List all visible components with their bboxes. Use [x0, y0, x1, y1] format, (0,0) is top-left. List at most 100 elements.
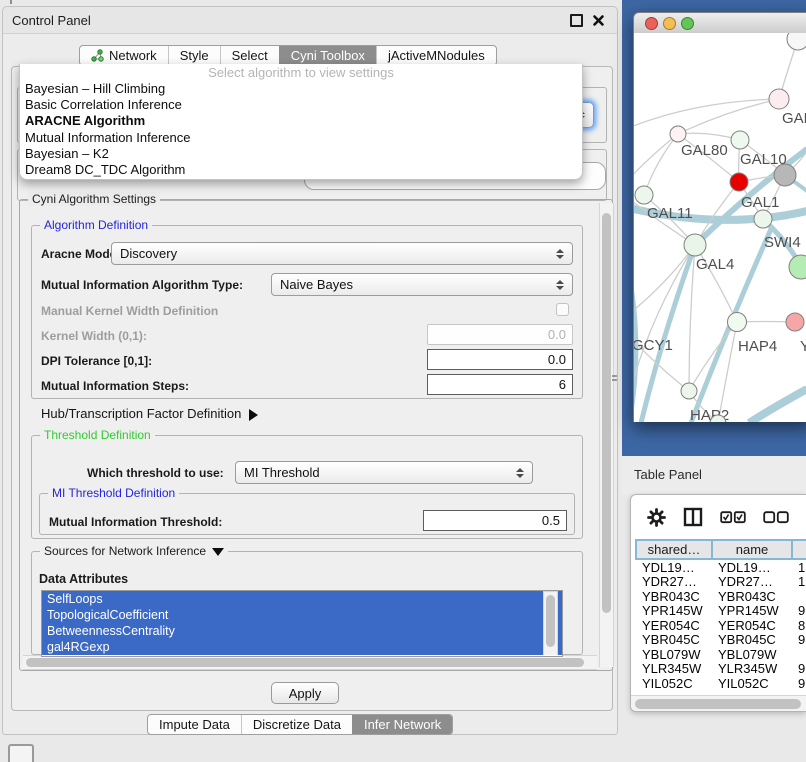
- algorithm-option[interactable]: Bayesian – Hill Climbing: [20, 81, 582, 97]
- network-node-hap2[interactable]: [681, 383, 697, 399]
- column-header[interactable]: [791, 541, 806, 558]
- network-node-label: GAL11: [647, 205, 693, 222]
- network-node[interactable]: [774, 164, 796, 186]
- apply-button[interactable]: Apply: [271, 682, 339, 704]
- network-edge[interactable]: [678, 99, 779, 134]
- splitter-grip[interactable]: [612, 375, 618, 384]
- algorithm-option-list: Bayesian – Hill ClimbingBasic Correlatio…: [20, 81, 582, 178]
- attribute-item[interactable]: TopologicalCoefficient: [42, 607, 562, 623]
- table-row[interactable]: YDL19…YDL19…13: [635, 560, 806, 575]
- table-horizontal-scrollbar-thumb[interactable]: [635, 699, 801, 709]
- network-node-swi4[interactable]: [754, 210, 772, 228]
- table-horizontal-scrollbar[interactable]: [631, 695, 806, 712]
- sources-title: Sources for Network Inference: [44, 544, 206, 558]
- table-row[interactable]: YDR27…YDR27…12: [635, 575, 806, 590]
- network-edge[interactable]: [634, 245, 695, 323]
- close-panel-button[interactable]: [592, 14, 605, 27]
- network-node-gal4[interactable]: [684, 234, 706, 256]
- network-node-gal1[interactable]: [730, 173, 748, 191]
- tab-discretize-data[interactable]: Discretize Data: [241, 715, 352, 734]
- network-node-hap4[interactable]: [728, 313, 747, 332]
- application-root: Control Panel NetworkStyleSelectCyni Too…: [0, 0, 806, 762]
- table-row[interactable]: YER054CYER054C8.: [635, 618, 806, 633]
- table-cell: YBR043C: [635, 589, 711, 604]
- network-window-titlebar[interactable]: [634, 13, 806, 34]
- which-threshold-combo[interactable]: MI Threshold: [235, 461, 533, 484]
- tab-infer-network[interactable]: Infer Network: [352, 715, 452, 734]
- mi-threshold-label: Mutual Information Threshold:: [49, 515, 222, 529]
- table-row[interactable]: YBR043CYBR043C: [635, 589, 806, 604]
- network-node-label: SWI4: [764, 234, 801, 251]
- mi-steps-input[interactable]: 6: [427, 374, 573, 395]
- mi-threshold-input[interactable]: 0.5: [423, 510, 567, 531]
- tab-cyni-toolbox[interactable]: Cyni Toolbox: [279, 46, 376, 65]
- network-node-gal10[interactable]: [731, 131, 749, 149]
- zoom-traffic-light[interactable]: [681, 17, 694, 30]
- algorithm-option[interactable]: Basic Correlation Inference: [20, 97, 582, 113]
- dpi-tolerance-input[interactable]: 0.0: [427, 349, 573, 370]
- attribute-item[interactable]: gal4RGexp: [42, 639, 562, 655]
- manual-kernel-width-checkbox[interactable]: [556, 303, 569, 316]
- table-cell: YDR27…: [635, 574, 711, 589]
- attributes-scrollbar[interactable]: [543, 591, 558, 655]
- table-row[interactable]: YBL079WYBL079W: [635, 647, 806, 662]
- attribute-item[interactable]: BetweennessCentrality: [42, 623, 562, 639]
- table-cell: 9.: [791, 632, 806, 647]
- tab-select[interactable]: Select: [220, 46, 279, 65]
- cyni-settings-title: Cyni Algorithm Settings: [28, 192, 160, 206]
- network-node[interactable]: [787, 33, 806, 50]
- settings-horizontal-scrollbar-thumb[interactable]: [26, 658, 584, 667]
- network-edge[interactable]: [749, 389, 806, 422]
- table-row[interactable]: YLR345WYLR345W9.: [635, 662, 806, 677]
- network-node-gal11[interactable]: [635, 186, 653, 204]
- network-edge[interactable]: [634, 241, 636, 422]
- network-edge[interactable]: [634, 323, 689, 391]
- mi-algorithm-type-combo[interactable]: Naive Bayes: [271, 273, 573, 296]
- minimize-traffic-light[interactable]: [663, 17, 676, 30]
- settings-horizontal-scrollbar[interactable]: [23, 655, 597, 670]
- threshold-definition-title: Threshold Definition: [40, 428, 155, 442]
- algorithm-option[interactable]: Bayesian – K2: [20, 146, 582, 162]
- network-node-gal[interactable]: [769, 89, 789, 109]
- close-traffic-light[interactable]: [645, 17, 658, 30]
- table-cell: YIL052C: [711, 676, 791, 691]
- tab-jactivemnodules[interactable]: jActiveMNodules: [376, 46, 496, 65]
- control-panel: Control Panel NetworkStyleSelectCyni Too…: [2, 6, 618, 735]
- deselect-all-columns-icon[interactable]: [763, 511, 789, 524]
- attributes-scrollbar-thumb[interactable]: [546, 595, 555, 647]
- mi-steps-label: Mutual Information Steps:: [41, 379, 189, 393]
- network-edge[interactable]: [644, 134, 678, 195]
- float-window-button[interactable]: [570, 14, 583, 27]
- network-node[interactable]: [789, 255, 806, 279]
- network-canvas[interactable]: GALGAL80GAL10GAL1GAL11SWI4GAL4GCY1HAP4YH…: [634, 33, 806, 422]
- table-cell: YBR045C: [635, 632, 711, 647]
- tab-network[interactable]: Network: [80, 46, 168, 65]
- table-row[interactable]: YPR145WYPR145W9.: [635, 604, 806, 619]
- column-header[interactable]: name: [711, 541, 791, 558]
- network-node-gal80[interactable]: [670, 126, 686, 142]
- tab-style[interactable]: Style: [168, 46, 220, 65]
- aracne-mode-combo[interactable]: Discovery: [111, 242, 573, 265]
- algorithm-option[interactable]: ARACNE Algorithm: [20, 113, 582, 129]
- stepper-icon: [556, 249, 564, 259]
- hub-definition-toggle[interactable]: Hub/Transcription Factor Definition: [41, 406, 258, 421]
- column-header[interactable]: shared…: [635, 541, 711, 558]
- network-node-label: GCY1: [634, 337, 673, 354]
- settings-vertical-scrollbar-thumb[interactable]: [602, 213, 611, 613]
- node-attribute-table: shared…name YDL19…YDL19…13YDR27…YDR27…12…: [635, 539, 806, 691]
- tab-impute-data[interactable]: Impute Data: [148, 715, 241, 734]
- attribute-item[interactable]: SelfLoops: [42, 591, 562, 607]
- select-all-columns-icon[interactable]: [720, 511, 746, 524]
- table-row[interactable]: YIL052CYIL052C9: [635, 676, 806, 691]
- split-table-icon[interactable]: [683, 507, 703, 527]
- algorithm-option[interactable]: Mutual Information Inference: [20, 130, 582, 146]
- table-cell: YBL079W: [635, 647, 711, 662]
- algorithm-option[interactable]: Dream8 DC_TDC Algorithm: [20, 162, 582, 178]
- clipped-dock-icon[interactable]: [8, 744, 34, 762]
- sources-title-row[interactable]: Sources for Network Inference: [40, 544, 228, 558]
- settings-vertical-scrollbar[interactable]: [599, 203, 614, 667]
- kernel-width-input[interactable]: 0.0: [427, 324, 573, 345]
- table-row[interactable]: YBR045CYBR045C9.: [635, 633, 806, 648]
- gear-icon[interactable]: [647, 508, 666, 527]
- network-node-y[interactable]: [786, 313, 804, 331]
